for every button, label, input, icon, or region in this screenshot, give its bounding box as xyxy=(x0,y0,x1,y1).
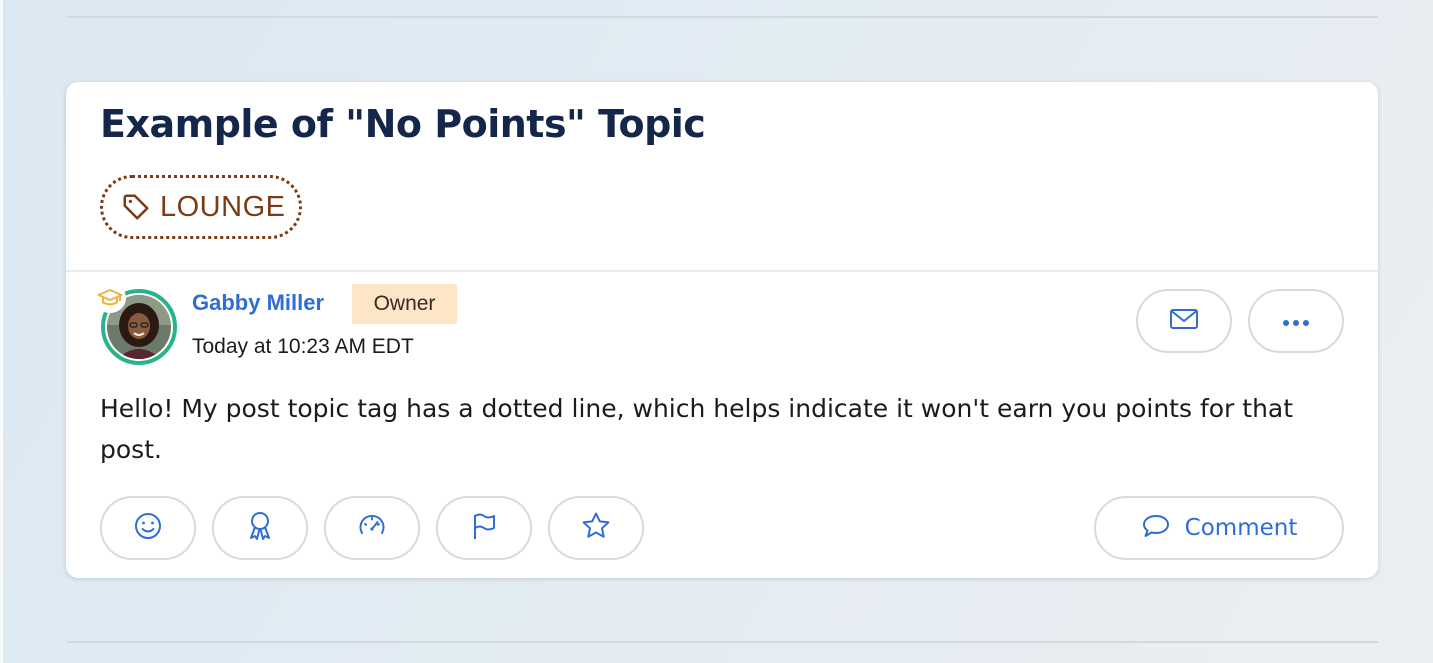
more-options-button[interactable] xyxy=(1248,289,1344,353)
favorite-button[interactable] xyxy=(548,496,644,560)
author-name-link[interactable]: Gabby Miller xyxy=(192,290,324,316)
stats-button[interactable] xyxy=(324,496,420,560)
page-edge xyxy=(0,0,3,663)
ellipsis-icon xyxy=(1281,312,1311,331)
tag-label: LOUNGE xyxy=(160,190,286,223)
comment-button[interactable]: Comment xyxy=(1094,496,1344,560)
smiley-icon xyxy=(133,511,163,545)
role-badge: Owner xyxy=(352,284,457,324)
topic-tag[interactable]: LOUNGE xyxy=(100,175,302,239)
envelope-icon xyxy=(1169,307,1199,335)
comment-label: Comment xyxy=(1184,515,1298,541)
award-button[interactable] xyxy=(212,496,308,560)
post-timestamp: Today at 10:23 AM EDT xyxy=(192,335,414,358)
report-button[interactable] xyxy=(436,496,532,560)
award-ribbon-icon xyxy=(245,510,275,546)
speech-bubble-icon xyxy=(1141,513,1171,543)
card-separator xyxy=(66,270,1378,272)
message-button[interactable] xyxy=(1136,289,1232,353)
topic-title: Example of "No Points" Topic xyxy=(100,102,706,146)
flag-icon xyxy=(469,511,499,545)
bottom-divider xyxy=(67,641,1378,643)
author-avatar[interactable] xyxy=(94,283,177,365)
post-body: Hello! My post topic tag has a dotted li… xyxy=(100,394,1294,464)
speedometer-icon xyxy=(357,511,387,545)
top-divider xyxy=(67,16,1378,18)
star-icon xyxy=(580,511,612,545)
topic-card: Example of "No Points" Topic LOUNGE Gabb… xyxy=(66,82,1378,578)
graduation-cap-icon xyxy=(94,283,126,313)
tag-icon xyxy=(121,192,151,222)
react-button[interactable] xyxy=(100,496,196,560)
